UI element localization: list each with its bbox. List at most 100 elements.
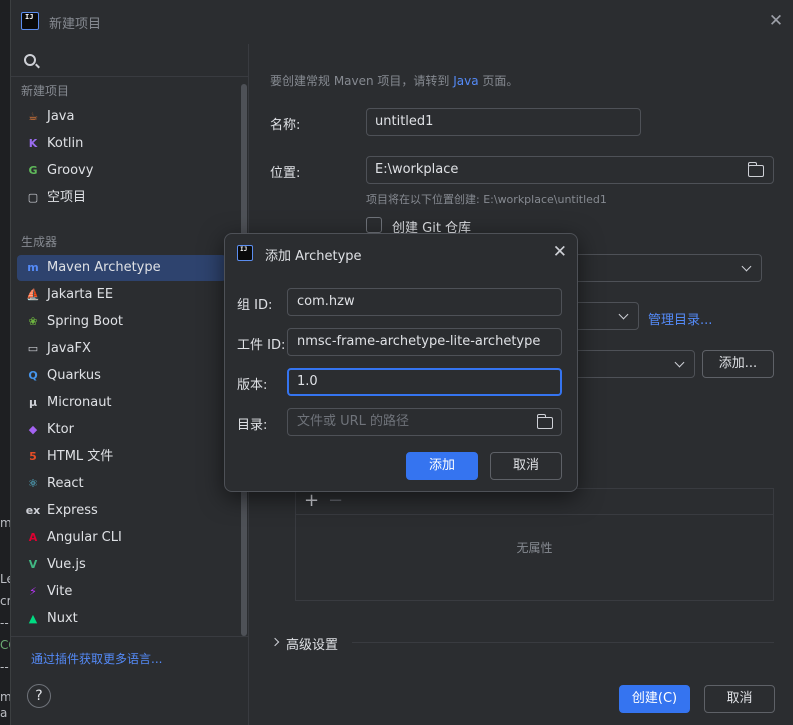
intellij-logo-icon: IJ	[21, 12, 39, 30]
add-property-icon[interactable]: +	[304, 491, 319, 511]
sidebar-item[interactable]: ☕ Java	[17, 104, 226, 130]
sidebar-item-label: Jakarta EE	[47, 287, 114, 302]
add-archetype-button[interactable]: 添加...	[702, 350, 774, 378]
sidebar-item-label: Nuxt	[47, 611, 78, 626]
artifact-id-input[interactable]: nmsc-frame-archetype-lite-archetype	[287, 328, 562, 356]
sidebar-item-label: Micronaut	[47, 395, 112, 410]
background-text: cr	[0, 594, 10, 608]
folder-icon[interactable]	[747, 162, 764, 177]
sidebar-item-label: HTML 文件	[47, 449, 114, 464]
get-plugins-link[interactable]: 通过插件获取更多语言...	[31, 650, 162, 667]
location-input[interactable]: E:\workplace	[366, 156, 774, 184]
vue-icon: V	[28, 558, 38, 571]
hint-text: 页面。	[478, 74, 519, 88]
sidebar-item[interactable]: μ Micronaut	[17, 390, 226, 416]
help-button[interactable]: ?	[27, 684, 51, 708]
name-input[interactable]: untitled1	[366, 108, 641, 136]
sidebar-item[interactable]: ▭ JavaFX	[17, 336, 226, 362]
groovy-icon: G	[28, 164, 38, 177]
version-label: 版本:	[237, 378, 268, 393]
dialog-add-button[interactable]: 添加	[406, 452, 478, 480]
background-text: a	[0, 706, 8, 720]
sidebar-item[interactable]: m Maven Archetype	[17, 255, 226, 281]
dialog-cancel-button[interactable]: 取消	[490, 452, 562, 480]
jakarta-icon: ⛵	[26, 288, 40, 301]
hint-text: 要创建常规 Maven 项目，请转到	[270, 74, 454, 88]
sidebar-item[interactable]: G Groovy	[17, 158, 226, 184]
sidebar-item[interactable]: ⚡ Vite	[17, 579, 226, 605]
catalog-path-input[interactable]: 文件或 URL 的路径	[287, 408, 562, 436]
sidebar-item-label: Express	[47, 503, 98, 518]
quarkus-icon: Q	[28, 369, 38, 382]
properties-table: + − 无属性	[295, 488, 774, 601]
chevron-down-icon	[618, 309, 629, 320]
section-header-new-project: 新建项目	[21, 84, 70, 98]
location-value: E:\workplace	[375, 162, 459, 177]
maven-hint: 要创建常规 Maven 项目，请转到 Java 页面。	[270, 72, 518, 89]
sidebar-item[interactable]: ◆ Ktor	[17, 417, 226, 443]
java-icon: ☕	[28, 110, 38, 123]
add-archetype-dialog: IJ 添加 Archetype ✕ 组 ID: com.hzw 工件 ID: n…	[224, 233, 578, 492]
ktor-icon: ◆	[28, 423, 38, 436]
search-icon[interactable]	[24, 54, 36, 66]
close-icon[interactable]: ✕	[553, 243, 567, 261]
background-text: --	[0, 616, 9, 630]
sidebar-item[interactable]: ▢ 空项目	[17, 185, 226, 211]
sidebar-item-label: Vue.js	[47, 557, 86, 572]
cancel-button[interactable]: 取消	[704, 685, 775, 713]
empty-project-icon: ▢	[27, 191, 39, 204]
background-editor: m Le cr -- CO -- me a	[0, 0, 10, 725]
name-label: 名称:	[270, 118, 301, 133]
divider	[11, 76, 249, 77]
sidebar-item-label: Spring Boot	[47, 314, 124, 329]
sidebar-item[interactable]: A Angular CLI	[17, 525, 226, 551]
sidebar-item-label: Java	[47, 109, 75, 124]
remove-property-icon[interactable]: −	[328, 491, 343, 511]
manage-catalogs-link[interactable]: 管理目录...	[648, 309, 712, 328]
create-button[interactable]: 创建(C)	[619, 685, 690, 713]
background-text: me	[0, 690, 10, 704]
sidebar-item-label: React	[47, 476, 84, 491]
nuxt-icon: ▲	[28, 612, 38, 625]
sidebar-item[interactable]: ex Express	[17, 498, 226, 524]
kotlin-icon: K	[28, 137, 38, 150]
dialog-title: 添加 Archetype	[265, 249, 362, 264]
catalog-label: 目录:	[237, 418, 268, 433]
properties-toolbar: + −	[296, 489, 773, 515]
sidebar-item[interactable]: ⛵ Jakarta EE	[17, 282, 226, 308]
close-icon[interactable]: ✕	[767, 12, 785, 30]
sidebar-item[interactable]: Q Quarkus	[17, 363, 226, 389]
chevron-right-icon[interactable]	[270, 637, 280, 647]
spring-icon: ❀	[28, 315, 38, 328]
sidebar-item-label: Quarkus	[47, 368, 101, 383]
sidebar-item[interactable]: K Kotlin	[17, 131, 226, 157]
angular-icon: A	[28, 531, 38, 544]
sidebar-item-label: Kotlin	[47, 136, 84, 151]
folder-icon[interactable]	[536, 414, 553, 429]
advanced-settings-toggle[interactable]: 高级设置	[286, 634, 338, 653]
jdk-select[interactable]	[560, 254, 762, 282]
sidebar-item-label: Groovy	[47, 163, 94, 178]
git-checkbox[interactable]	[366, 217, 382, 233]
sidebar-item-label: Angular CLI	[47, 530, 122, 545]
sidebar-item-label: JavaFX	[47, 341, 91, 356]
title-bar[interactable]: IJ 新建项目 ✕	[11, 0, 793, 44]
group-id-label: 组 ID:	[237, 298, 273, 313]
catalog-path-placeholder: 文件或 URL 的路径	[297, 414, 410, 429]
window-title: 新建项目	[49, 17, 102, 32]
react-icon: ⚛	[28, 477, 38, 490]
java-link[interactable]: Java	[453, 74, 478, 88]
sidebar-item[interactable]: ❀ Spring Boot	[17, 309, 226, 335]
html-icon: 5	[29, 450, 37, 463]
divider	[11, 636, 249, 637]
sidebar-item[interactable]: 5 HTML 文件	[17, 444, 226, 470]
intellij-logo-icon: IJ	[237, 245, 253, 261]
sidebar-item[interactable]: ⚛ React	[17, 471, 226, 497]
chevron-down-icon	[674, 357, 685, 368]
no-properties-text: 无属性	[516, 541, 553, 555]
version-input[interactable]: 1.0	[287, 368, 562, 396]
sidebar-item[interactable]: V Vue.js	[17, 552, 226, 578]
sidebar-item[interactable]: ▲ Nuxt	[17, 606, 226, 632]
archetype-select[interactable]	[560, 350, 695, 378]
group-id-input[interactable]: com.hzw	[287, 288, 562, 316]
